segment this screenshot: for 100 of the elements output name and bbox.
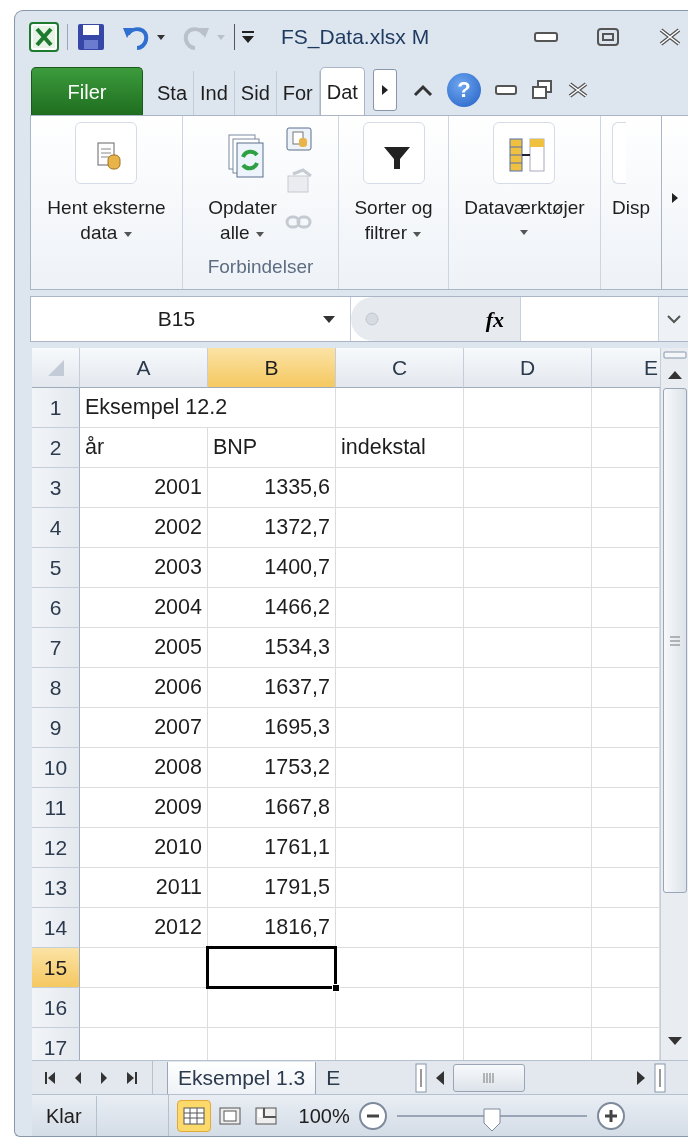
first-sheet-icon[interactable] bbox=[44, 1070, 56, 1085]
table-cell: BNP bbox=[208, 428, 336, 468]
zoom-in-icon[interactable] bbox=[595, 1100, 626, 1131]
table-cell: 1637,7 bbox=[208, 668, 336, 708]
scroll-thumb[interactable] bbox=[662, 388, 687, 893]
table-cell: 2003 bbox=[80, 548, 208, 588]
table-cell: 1400,7 bbox=[208, 548, 336, 588]
column-header[interactable]: B bbox=[208, 348, 336, 388]
close-icon[interactable] bbox=[658, 27, 682, 47]
ribbon-command[interactable]: Hent eksterne data bbox=[47, 196, 166, 246]
table-cell: 2007 bbox=[80, 708, 208, 748]
ribbon-command[interactable]: Dataværktøjer bbox=[464, 196, 585, 240]
scroll-left-icon[interactable] bbox=[435, 1069, 445, 1086]
last-sheet-icon[interactable] bbox=[126, 1070, 138, 1085]
minimize-icon[interactable] bbox=[534, 30, 558, 44]
excel-logo-icon[interactable] bbox=[29, 22, 59, 52]
table-cell: 2002 bbox=[80, 508, 208, 548]
table-cell: 1335,6 bbox=[208, 468, 336, 508]
grip-icon bbox=[668, 635, 681, 646]
table-cell: 2006 bbox=[80, 668, 208, 708]
table-cell: 1667,8 bbox=[208, 788, 336, 828]
row-header[interactable]: 7 bbox=[32, 628, 80, 668]
row-header[interactable]: 5 bbox=[32, 548, 80, 588]
restore-icon[interactable] bbox=[530, 80, 553, 100]
ribbon-command[interactable]: Disp bbox=[612, 196, 650, 221]
table-cell: Eksempel 12.2 bbox=[80, 388, 336, 428]
row-header[interactable]: 6 bbox=[32, 588, 80, 628]
ribbon-tab[interactable]: Dat bbox=[319, 67, 365, 115]
undo-icon[interactable] bbox=[122, 24, 150, 50]
row-header[interactable]: 11 bbox=[32, 788, 80, 828]
table-cell: 1791,5 bbox=[208, 868, 336, 908]
next-sheet-icon[interactable] bbox=[100, 1070, 108, 1085]
tab-scroll-button[interactable] bbox=[372, 69, 397, 111]
caret-icon[interactable] bbox=[519, 227, 530, 236]
previous-sheet-icon[interactable] bbox=[74, 1070, 82, 1085]
row-header[interactable]: 12 bbox=[32, 828, 80, 868]
ribbon-command[interactable]: Sorter og filtrer bbox=[354, 196, 433, 246]
zoom-out-icon[interactable] bbox=[357, 1100, 388, 1131]
caret-icon[interactable] bbox=[122, 229, 133, 238]
row-header[interactable]: 9 bbox=[32, 708, 80, 748]
column-header[interactable]: A bbox=[80, 348, 208, 388]
scroll-thumb[interactable] bbox=[453, 1063, 525, 1092]
caret-icon[interactable] bbox=[254, 229, 265, 238]
table-cell: 1761,1 bbox=[208, 828, 336, 868]
grip-icon bbox=[483, 1071, 495, 1084]
table-cell: 2011 bbox=[80, 868, 208, 908]
table-cell: 1534,3 bbox=[208, 628, 336, 668]
row-header[interactable]: 16 bbox=[32, 988, 80, 1028]
row-header[interactable]: 15 bbox=[32, 948, 80, 988]
collapse-ribbon-icon[interactable] bbox=[412, 83, 433, 97]
row-header[interactable]: 17 bbox=[32, 1028, 80, 1060]
scroll-right-icon[interactable] bbox=[380, 84, 389, 96]
table-cell: 2001 bbox=[80, 468, 208, 508]
caret-icon[interactable] bbox=[412, 229, 423, 238]
scroll-right-icon[interactable] bbox=[636, 1069, 646, 1086]
row-header[interactable]: 1 bbox=[32, 388, 80, 428]
save-icon[interactable] bbox=[76, 22, 106, 52]
table-cell: 1372,7 bbox=[208, 508, 336, 548]
caret-icon bbox=[216, 32, 226, 42]
close-icon[interactable] bbox=[566, 81, 589, 99]
file-tab[interactable]: Filer bbox=[31, 67, 143, 115]
row-header[interactable]: 10 bbox=[32, 748, 80, 788]
table-cell: 1816,7 bbox=[208, 908, 336, 948]
table-cell: 2010 bbox=[80, 828, 208, 868]
scroll-up-icon[interactable] bbox=[666, 370, 683, 380]
row-header[interactable]: 13 bbox=[32, 868, 80, 908]
table-cell: 1753,2 bbox=[208, 748, 336, 788]
zoom-level[interactable]: 100% bbox=[298, 1100, 350, 1131]
column-header[interactable]: C bbox=[336, 348, 464, 388]
table-cell: 1466,2 bbox=[208, 588, 336, 628]
row-header[interactable]: 4 bbox=[32, 508, 80, 548]
ribbon-command[interactable]: Opdater alle bbox=[208, 196, 277, 246]
column-header[interactable]: E bbox=[592, 348, 660, 388]
caret-icon[interactable] bbox=[156, 32, 166, 42]
table-cell: 1695,3 bbox=[208, 708, 336, 748]
table-cell: 2004 bbox=[80, 588, 208, 628]
group-label: Forbindelser bbox=[207, 254, 314, 279]
redo-icon bbox=[182, 24, 210, 50]
row-header[interactable]: 2 bbox=[32, 428, 80, 468]
row-header[interactable]: 14 bbox=[32, 908, 80, 948]
minimize-icon[interactable] bbox=[494, 84, 517, 96]
table-cell: indekstal bbox=[336, 428, 464, 468]
scroll-down-icon[interactable] bbox=[666, 1036, 683, 1046]
table-cell: år bbox=[80, 428, 208, 468]
column-header[interactable]: D bbox=[464, 348, 592, 388]
row-header[interactable]: 3 bbox=[32, 468, 80, 508]
table-cell: 2005 bbox=[80, 628, 208, 668]
split-box-icon[interactable] bbox=[415, 1062, 427, 1093]
table-cell: 2008 bbox=[80, 748, 208, 788]
table-cell: 2012 bbox=[80, 908, 208, 948]
table-cell: 2009 bbox=[80, 788, 208, 828]
row-header[interactable]: 8 bbox=[32, 668, 80, 708]
maximize-icon[interactable] bbox=[596, 27, 620, 47]
split-box-icon[interactable] bbox=[654, 1062, 666, 1093]
status-text: Klar bbox=[32, 1095, 97, 1136]
scroll-right-icon[interactable] bbox=[671, 192, 679, 204]
fill-handle[interactable] bbox=[332, 984, 340, 992]
customize-toolbar-icon[interactable] bbox=[241, 30, 255, 44]
active-cell[interactable] bbox=[206, 946, 337, 989]
sheet-tab[interactable]: Eksempel 1.3 bbox=[167, 1062, 316, 1094]
